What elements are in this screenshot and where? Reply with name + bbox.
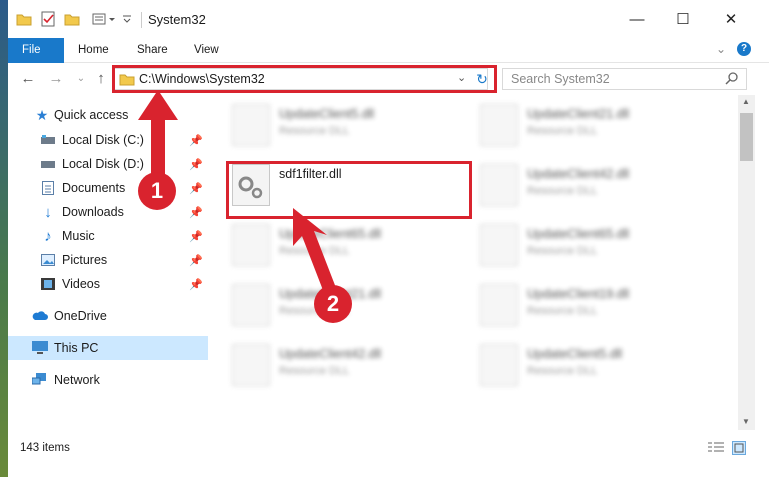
- annotation-arrows: [138, 90, 338, 298]
- step-1-badge: 1: [138, 172, 176, 210]
- arrow-1: [138, 90, 178, 185]
- step-2-badge: 2: [314, 285, 352, 323]
- explorer-window: System32 — ☐ ✕ File Home Share View ⌄ ? …: [8, 0, 769, 477]
